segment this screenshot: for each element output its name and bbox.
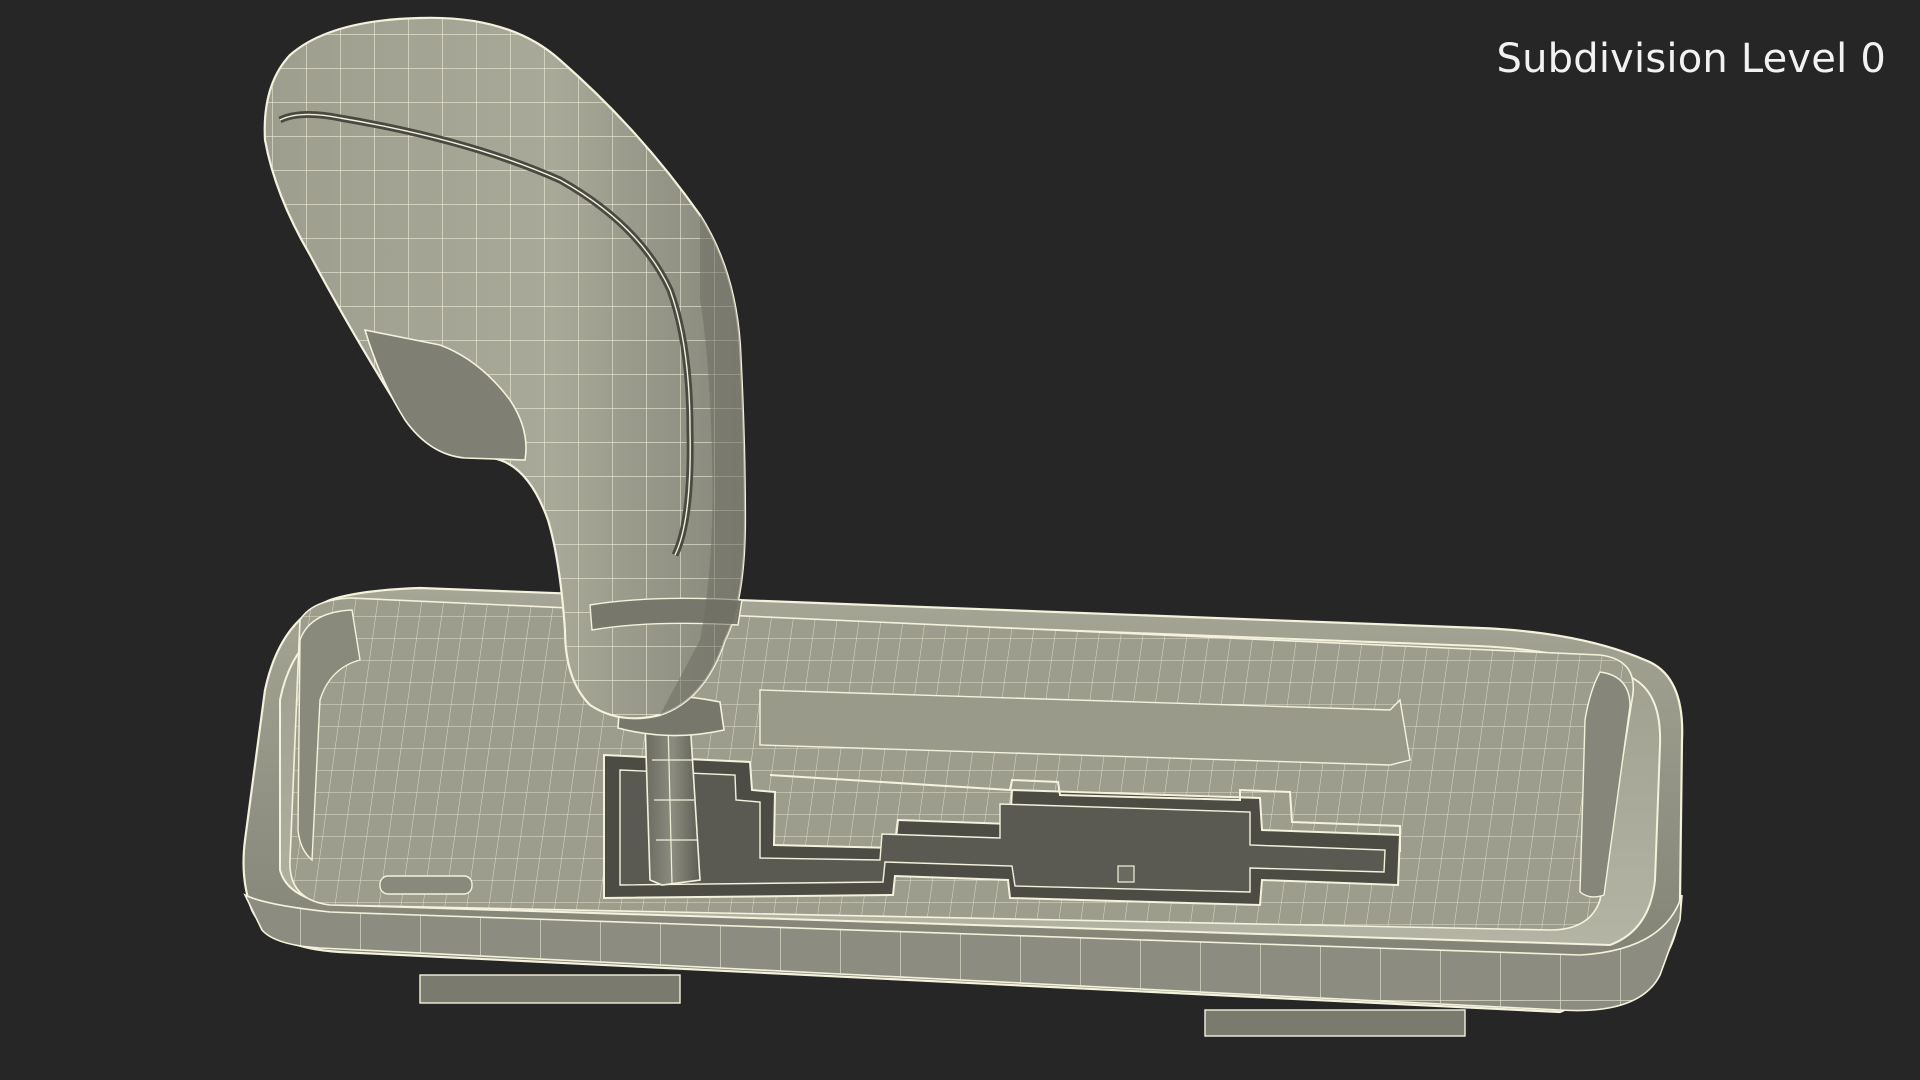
front-label-recess-left [419, 974, 681, 1004]
tray [242, 586, 1684, 1037]
3d-viewport[interactable]: Subdivision Level 0 [0, 0, 1920, 1080]
indicator-slot [379, 875, 473, 895]
subdivision-level-label: Subdivision Level 0 [1496, 36, 1886, 82]
front-label-recess-right [1204, 1009, 1466, 1037]
gear-shifter-wireframe-model [242, 16, 1684, 1037]
gate-tab [1117, 865, 1135, 883]
